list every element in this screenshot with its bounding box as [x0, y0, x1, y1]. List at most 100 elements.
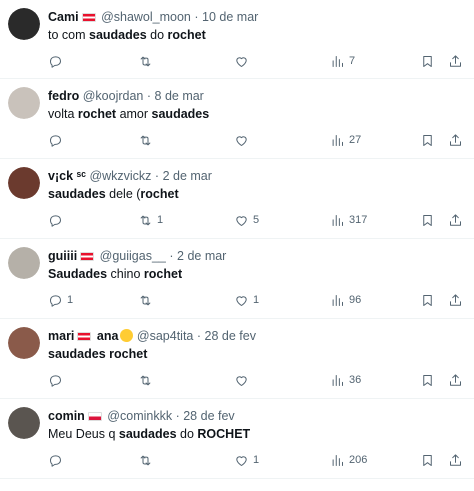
reply-icon	[50, 214, 61, 227]
retweet-button[interactable]	[138, 52, 157, 70]
heart-icon	[236, 375, 247, 386]
bookmark-button[interactable]	[420, 451, 435, 469]
display-name-suffix[interactable]: ana	[93, 329, 119, 343]
tweet-date[interactable]: 28 de fev	[205, 329, 256, 343]
heart-icon	[236, 455, 247, 466]
display-name[interactable]: mari	[48, 329, 74, 343]
tweet-text: Meu Deus q saudades do ROCHET	[48, 426, 250, 442]
tweet-feed: Cami @shawol_moon · 10 de mar to com sau…	[0, 0, 474, 479]
flag-icon	[87, 412, 102, 421]
avatar[interactable]	[8, 327, 40, 359]
bookmark-icon	[423, 214, 432, 226]
avatar[interactable]	[8, 8, 40, 40]
bookmark-button[interactable]	[420, 52, 435, 70]
separator-dot: ·	[194, 10, 199, 24]
bookmark-button[interactable]	[420, 131, 435, 149]
like-button[interactable]: 5	[234, 211, 259, 229]
tweet[interactable]: comin @cominkkk · 28 de fev Meu Deus q s…	[0, 399, 474, 479]
bookmark-button[interactable]	[420, 371, 435, 389]
tweet-date[interactable]: 2 de mar	[177, 249, 226, 263]
display-name[interactable]: Cami	[48, 10, 79, 24]
tweet[interactable]: guiiii @guiigas__ · 2 de mar Saudades ch…	[0, 239, 474, 319]
tweet-date[interactable]: 2 de mar	[163, 169, 212, 183]
user-handle[interactable]: @cominkkk	[107, 409, 172, 423]
share-button[interactable]	[448, 52, 463, 70]
tweet[interactable]: Cami @shawol_moon · 10 de mar to com sau…	[0, 0, 474, 79]
avatar[interactable]	[8, 247, 40, 279]
tweet-actions: 36	[48, 371, 464, 389]
text-segment: do	[176, 427, 198, 441]
bookmark-button[interactable]	[420, 291, 435, 309]
display-name[interactable]: guiiii	[48, 249, 77, 263]
like-button[interactable]	[234, 52, 253, 70]
tweet[interactable]: mari ana @sap4tita · 28 de fev saudades …	[0, 319, 474, 399]
tweet-actions: 27	[48, 131, 464, 149]
user-handle[interactable]: @wkzvickz	[89, 169, 151, 183]
share-button[interactable]	[448, 211, 463, 229]
text-segment: volta	[48, 107, 78, 121]
tweet-actions: 1 206	[48, 451, 464, 469]
like-button[interactable]: 1	[234, 291, 259, 309]
views-button[interactable]: 96	[330, 291, 361, 309]
like-button[interactable]	[234, 131, 253, 149]
like-button[interactable]	[234, 371, 253, 389]
separator-dot: ·	[175, 409, 180, 423]
reply-button[interactable]	[48, 52, 67, 70]
display-name[interactable]: fedro	[48, 89, 79, 103]
views-button[interactable]: 206	[330, 451, 367, 469]
display-name[interactable]: comin	[48, 409, 85, 423]
like-button[interactable]: 1	[234, 451, 259, 469]
user-handle[interactable]: @guiigas__	[100, 249, 166, 263]
views-button[interactable]: 36	[330, 371, 361, 389]
view-count: 206	[349, 454, 368, 466]
tweet-date[interactable]: 8 de mar	[155, 89, 204, 103]
avatar-image	[8, 247, 40, 279]
avatar-image	[8, 327, 40, 359]
flag-icon	[81, 13, 96, 22]
separator-dot: ·	[169, 249, 174, 263]
avatar[interactable]	[8, 87, 40, 119]
views-button[interactable]: 317	[330, 211, 367, 229]
avatar[interactable]	[8, 167, 40, 199]
bookmark-button[interactable]	[420, 211, 435, 229]
retweet-icon	[140, 375, 151, 385]
user-handle[interactable]: @sap4tita	[137, 329, 193, 343]
tweet[interactable]: fedro @koojrdan · 8 de mar volta rochet …	[0, 79, 474, 159]
views-button[interactable]: 27	[330, 131, 361, 149]
reply-button[interactable]	[48, 451, 67, 469]
retweet-icon	[140, 135, 151, 145]
like-count: 1	[253, 454, 260, 466]
flag-icon	[77, 332, 92, 341]
retweet-button[interactable]	[138, 371, 157, 389]
avatar[interactable]	[8, 407, 40, 439]
display-name[interactable]: v¡ck ˢᶜ	[48, 169, 86, 183]
tweet-text: volta rochet amor saudades	[48, 106, 209, 122]
tweet[interactable]: v¡ck ˢᶜ @wkzvickz · 2 de mar saudades de…	[0, 159, 474, 239]
retweet-button[interactable]	[138, 131, 157, 149]
reply-button[interactable]	[48, 131, 67, 149]
reply-button[interactable]: 1	[48, 291, 73, 309]
views-icon	[332, 134, 343, 146]
bookmark-icon	[423, 454, 432, 466]
share-button[interactable]	[448, 451, 463, 469]
share-button[interactable]	[448, 291, 463, 309]
retweet-icon	[140, 455, 151, 465]
retweet-icon	[140, 56, 151, 66]
views-icon	[332, 55, 343, 67]
views-button[interactable]: 7	[330, 52, 355, 70]
search-highlight: saudades	[118, 427, 177, 441]
tweet-date[interactable]: 28 de fev	[183, 409, 234, 423]
retweet-button[interactable]: 1	[138, 211, 163, 229]
user-handle[interactable]: @koojrdan	[83, 89, 144, 103]
heart-icon	[236, 56, 247, 67]
tweet-text: to com saudades do rochet	[48, 27, 206, 43]
retweet-button[interactable]	[138, 291, 157, 309]
share-button[interactable]	[448, 371, 463, 389]
share-button[interactable]	[448, 131, 463, 149]
retweet-icon	[140, 295, 151, 305]
retweet-button[interactable]	[138, 451, 157, 469]
user-handle[interactable]: @shawol_moon	[101, 10, 191, 24]
tweet-date[interactable]: 10 de mar	[202, 10, 258, 24]
reply-button[interactable]	[48, 211, 67, 229]
reply-button[interactable]	[48, 371, 67, 389]
